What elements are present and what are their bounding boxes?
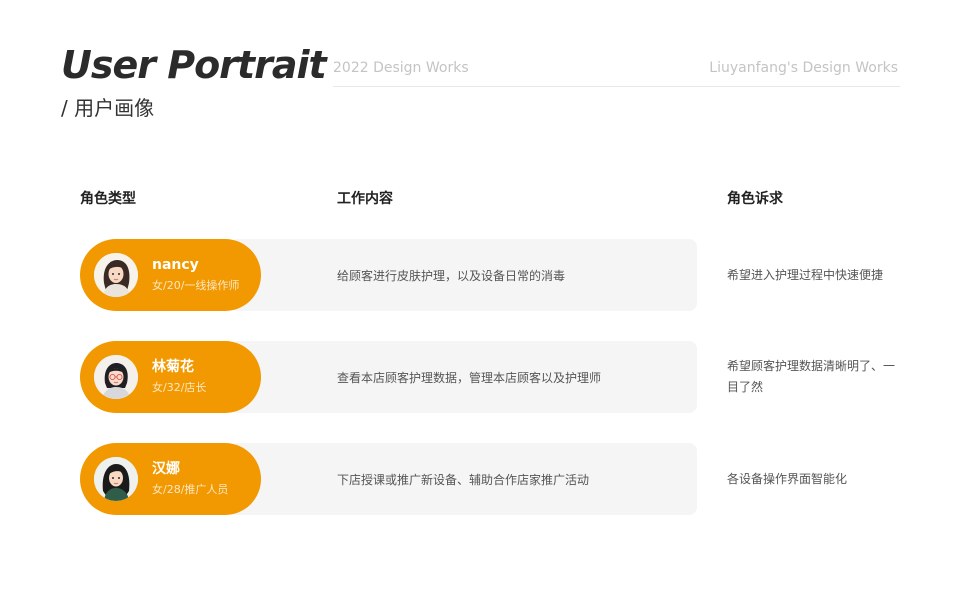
avatar-icon	[94, 253, 138, 297]
user-pill: nancy 女/20/一线操作师	[80, 239, 261, 311]
page-subtitle: / 用户画像	[61, 96, 155, 120]
author-works-label: Liuyanfang's Design Works	[709, 60, 898, 76]
user-name: 汉娜	[152, 461, 180, 477]
column-header-role: 角色类型	[80, 191, 136, 207]
user-row: 林菊花 女/32/店长 查看本店顾客护理数据，管理本店顾客以及护理师	[80, 341, 697, 413]
need-description: 希望进入护理过程中快速便捷	[727, 268, 884, 282]
header-info-bar: 2022 Design Works Liuyanfang's Design Wo…	[333, 56, 900, 87]
need-description: 各设备操作界面智能化	[727, 472, 848, 486]
user-pill: 汉娜 女/28/推广人员	[80, 443, 261, 515]
user-name: 林菊花	[152, 359, 194, 375]
work-description: 下店授课或推广新设备、辅助合作店家推广活动	[337, 472, 590, 487]
column-header-need: 角色诉求	[727, 191, 783, 207]
work-description: 给顾客进行皮肤护理，以及设备日常的消毒	[337, 268, 566, 283]
need-description: 希望顾客护理数据清晰明了、一目了然	[727, 359, 896, 394]
avatar-icon	[94, 457, 138, 501]
year-works-label: 2022 Design Works	[333, 60, 469, 76]
avatar-icon	[94, 355, 138, 399]
user-name: nancy	[152, 257, 199, 273]
column-header-work: 工作内容	[337, 191, 393, 207]
user-pill: 林菊花 女/32/店长	[80, 341, 261, 413]
page-title: User Portrait	[61, 43, 327, 87]
user-meta: 女/28/推广人员	[152, 483, 229, 496]
user-row: 汉娜 女/28/推广人员 下店授课或推广新设备、辅助合作店家推广活动	[80, 443, 697, 515]
user-meta: 女/32/店长	[152, 381, 207, 394]
work-description: 查看本店顾客护理数据，管理本店顾客以及护理师	[337, 370, 602, 385]
user-row: nancy 女/20/一线操作师 给顾客进行皮肤护理，以及设备日常的消毒	[80, 239, 697, 311]
user-meta: 女/20/一线操作师	[152, 279, 240, 292]
